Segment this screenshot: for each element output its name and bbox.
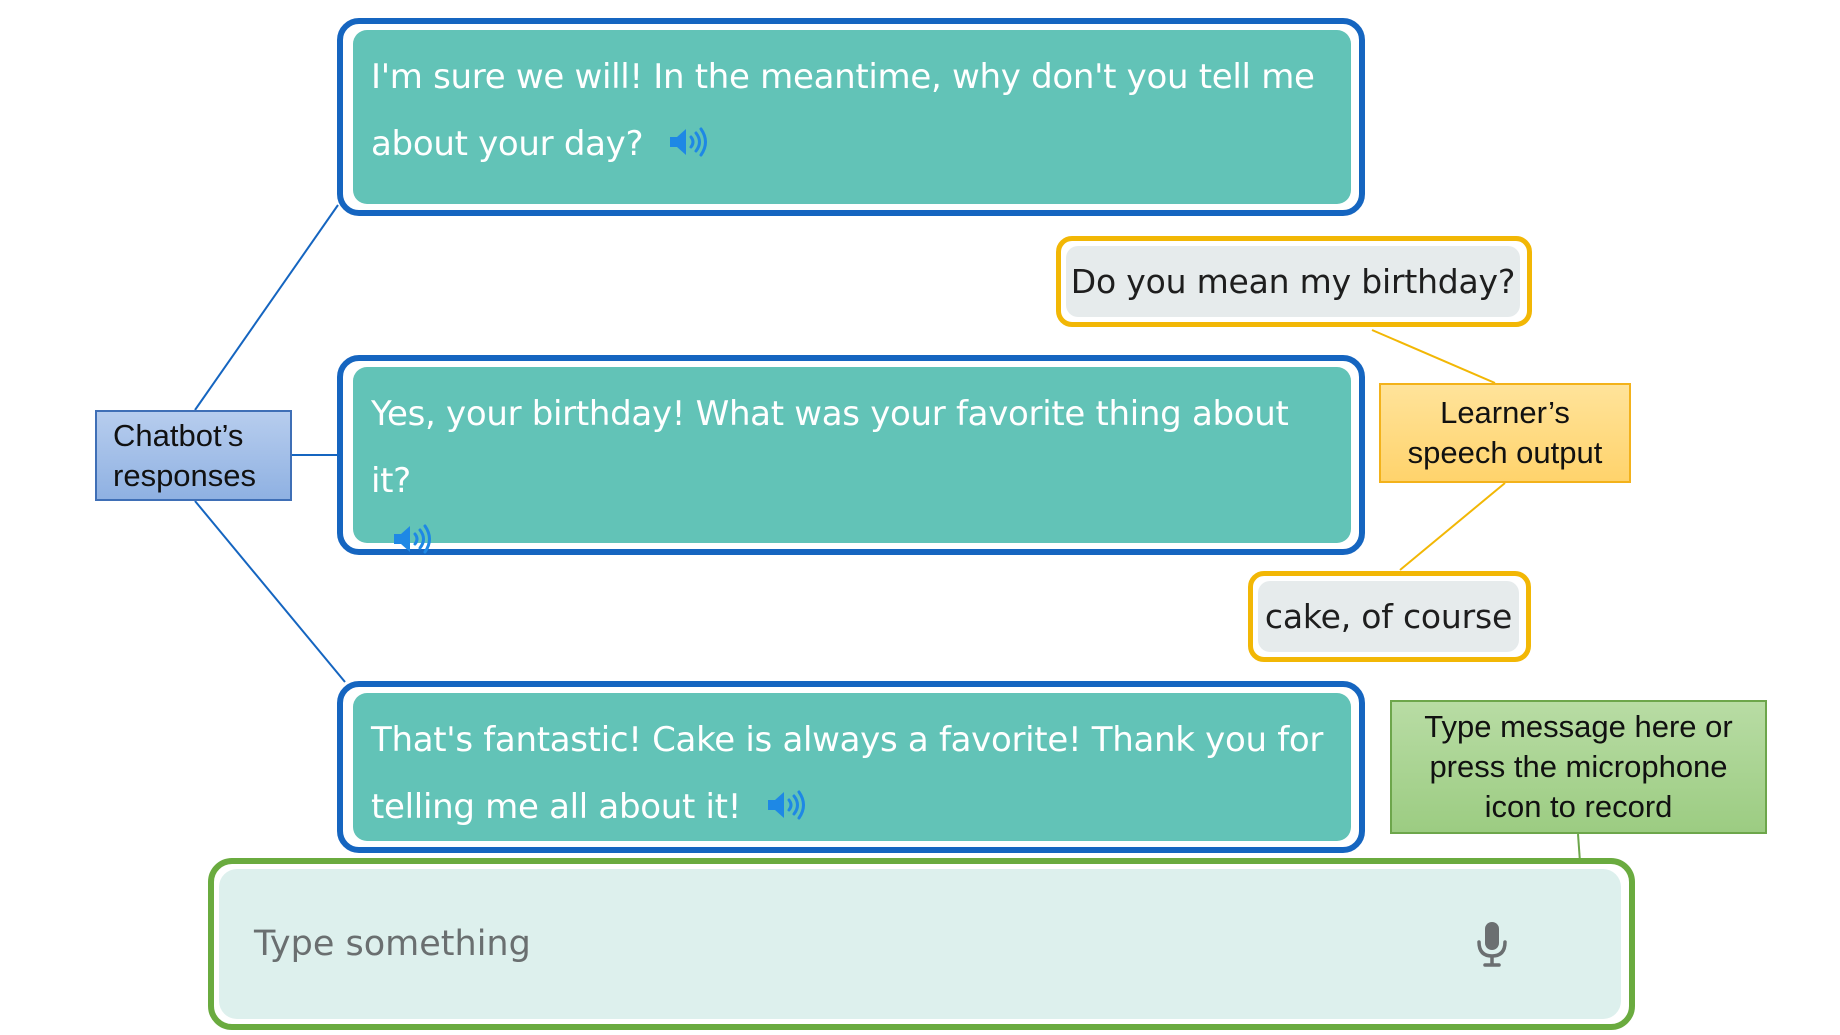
callout-input-instructions: Type message here or press the microphon…	[1390, 700, 1767, 834]
chatbot-bubble: I'm sure we will! In the meantime, why d…	[353, 30, 1351, 204]
chatbot-message-text-line: I'm sure we will! In the meantime, why d…	[371, 57, 1315, 97]
chatbot-bubble: Yes, your birthday! What was your favori…	[353, 367, 1351, 554]
message-input-bar[interactable]: Type something	[208, 858, 1635, 1030]
callout-text-line: Learner’s	[1440, 395, 1570, 430]
connector-chatbot-1	[194, 204, 339, 411]
callout-chatbot-responses: Chatbot’s responses	[95, 410, 292, 501]
chatbot-message-text-line: telling me all about it!	[371, 787, 742, 827]
microphone-icon[interactable]	[1475, 920, 1509, 968]
chatbot-message-1: I'm sure we will! In the meantime, why d…	[337, 18, 1365, 216]
callout-text-line: Type message here or	[1424, 709, 1733, 744]
connector-learner-2	[1399, 482, 1506, 571]
learner-message-text: Do you mean my birthday?	[1066, 246, 1520, 317]
connector-chatbot-3	[194, 500, 346, 683]
learner-message-1: Do you mean my birthday?	[1056, 236, 1532, 327]
callout-text-line: icon to record	[1484, 789, 1673, 824]
speaker-icon[interactable]	[667, 126, 709, 158]
callout-text-line: responses	[113, 457, 257, 493]
chatbot-message-text-line: about your day?	[371, 124, 644, 164]
chatbot-bubble: That's fantastic! Cake is always a favor…	[353, 693, 1351, 841]
speaker-icon[interactable]	[391, 523, 433, 555]
message-input-placeholder[interactable]: Type something	[254, 924, 531, 964]
chatbot-message-2: Yes, your birthday! What was your favori…	[337, 355, 1365, 555]
callout-text-line: speech output	[1407, 435, 1603, 470]
message-input-field[interactable]: Type something	[219, 869, 1621, 1019]
learner-message-2: cake, of course	[1248, 571, 1531, 662]
speaker-icon[interactable]	[765, 789, 807, 821]
learner-message-text: cake, of course	[1258, 581, 1519, 652]
chatbot-message-3: That's fantastic! Cake is always a favor…	[337, 681, 1365, 853]
chatbot-message-text-line: Yes, your birthday! What was your favori…	[371, 394, 1289, 501]
chatbot-message-text-line: That's fantastic! Cake is always a favor…	[371, 720, 1324, 760]
connector-learner-1	[1371, 329, 1496, 384]
callout-text-line: Chatbot’s	[113, 417, 244, 453]
callout-learner-speech-output: Learner’s speech output	[1379, 383, 1631, 483]
callout-text-line: press the microphone	[1429, 749, 1728, 784]
